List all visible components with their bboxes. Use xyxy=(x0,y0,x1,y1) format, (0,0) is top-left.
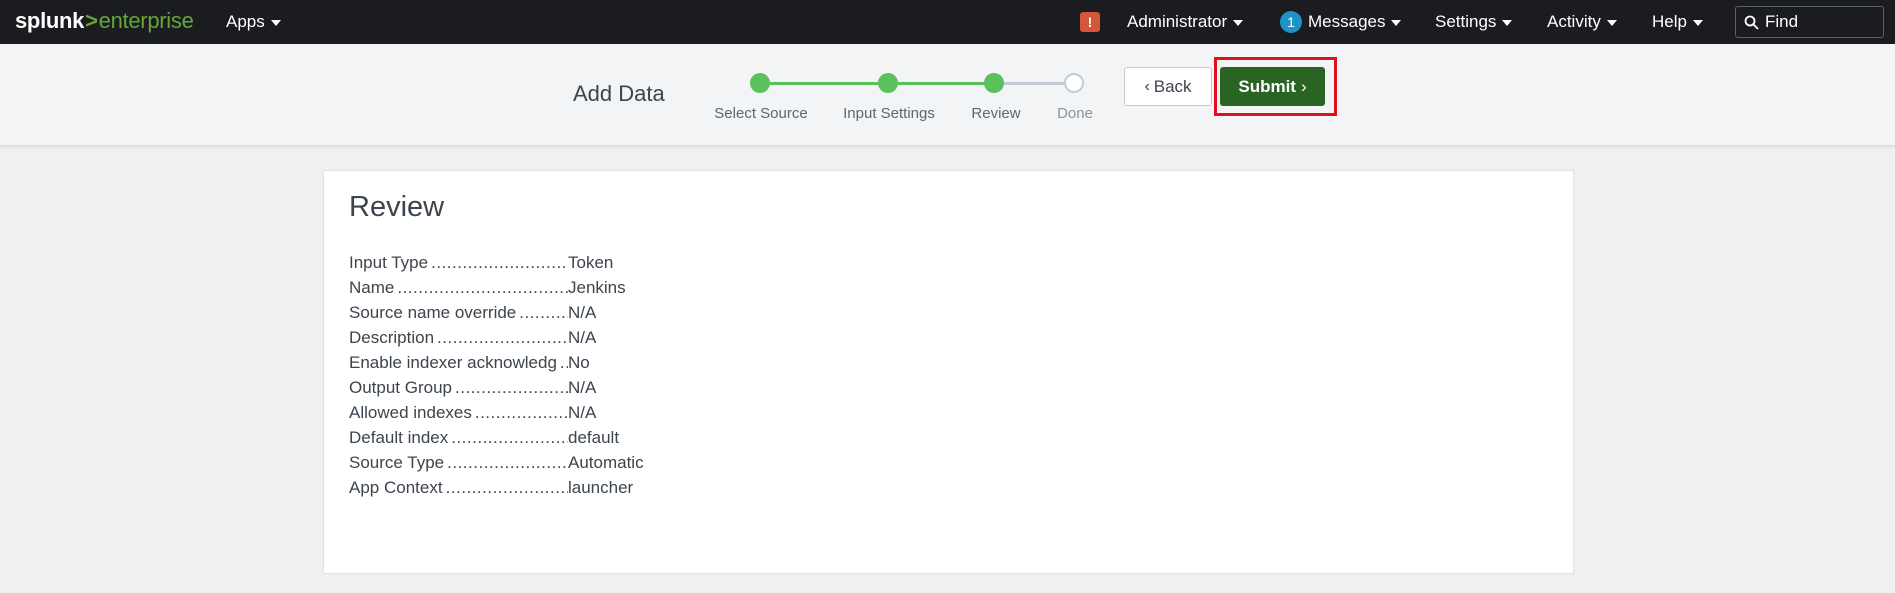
step-connector xyxy=(888,82,994,85)
review-value: N/A xyxy=(568,402,597,422)
step-dot-done xyxy=(1064,73,1084,93)
leader-dots: ........................................… xyxy=(437,327,568,347)
review-key: Default index xyxy=(349,427,449,447)
review-title: Review xyxy=(349,191,445,223)
caret-down-icon xyxy=(1606,20,1617,26)
back-button-label: Back xyxy=(1153,76,1192,96)
user-menu-label: Administrator xyxy=(1127,12,1228,31)
review-row: App Context.............................… xyxy=(349,475,644,500)
caret-down-icon xyxy=(270,20,281,26)
review-row: Source name override....................… xyxy=(349,300,644,325)
review-row: Description.............................… xyxy=(349,325,644,350)
review-key: Input Type xyxy=(349,252,429,272)
review-value: launcher xyxy=(568,477,634,497)
review-value: Token xyxy=(568,252,614,272)
review-value: N/A xyxy=(568,302,597,322)
review-value: N/A xyxy=(568,327,597,347)
help-menu[interactable]: Help xyxy=(1652,0,1703,44)
review-row: Default index...........................… xyxy=(349,425,644,450)
leader-dots: ........................................… xyxy=(445,477,568,497)
leader-dots: ........................................… xyxy=(431,252,568,272)
review-key: Output Group xyxy=(349,377,453,397)
review-row: Enable indexer acknowledg...............… xyxy=(349,350,644,375)
help-menu-label: Help xyxy=(1652,12,1687,31)
find-search-input[interactable]: Find xyxy=(1735,6,1884,38)
leader-dots: ........................................… xyxy=(451,427,568,447)
review-value: Automatic xyxy=(568,452,644,472)
search-icon xyxy=(1744,15,1759,30)
caret-down-icon xyxy=(1233,20,1244,26)
activity-menu-label: Activity xyxy=(1547,12,1601,31)
alert-icon[interactable]: ! xyxy=(1080,12,1100,32)
review-value: No xyxy=(568,352,590,372)
review-key: App Context xyxy=(349,477,443,497)
messages-count-badge: 1 xyxy=(1280,11,1302,33)
logo-splunk-text: splunk xyxy=(15,8,85,33)
caret-down-icon xyxy=(1502,20,1513,26)
chevron-right-icon: › xyxy=(1300,76,1307,96)
apps-menu[interactable]: Apps xyxy=(226,0,281,44)
find-placeholder: Find xyxy=(1765,12,1799,31)
leader-dots: ........................................… xyxy=(455,377,568,397)
step-label-select-source: Select Source xyxy=(714,105,808,122)
settings-menu[interactable]: Settings xyxy=(1435,0,1513,44)
top-navigation-bar: splunk > enterprise Apps ! Administrator 1… xyxy=(0,0,1895,44)
caret-down-icon xyxy=(1692,20,1703,26)
review-key: Source name override xyxy=(349,302,517,322)
step-dot-review xyxy=(984,73,1004,93)
add-data-wizard-header: Add Data Select Source Input Settings Re… xyxy=(0,44,1895,146)
settings-menu-label: Settings xyxy=(1435,12,1497,31)
leader-dots: ........................................… xyxy=(519,302,568,322)
review-key: Enable indexer acknowledg xyxy=(349,352,557,372)
messages-menu[interactable]: 1 Messages xyxy=(1280,0,1402,44)
messages-menu-label: Messages xyxy=(1308,12,1386,31)
review-panel: Review Input Type.......................… xyxy=(323,170,1574,574)
review-key: Allowed indexes xyxy=(349,402,472,422)
logo-chevron: > xyxy=(85,8,98,33)
review-row: Source Type.............................… xyxy=(349,450,644,475)
review-list: Input Type..............................… xyxy=(349,250,644,500)
chevron-left-icon: ‹ xyxy=(1144,77,1150,95)
review-key: Description xyxy=(349,327,435,347)
review-value: Jenkins xyxy=(568,277,626,297)
user-menu[interactable]: Administrator xyxy=(1127,0,1244,44)
review-value: default xyxy=(568,427,620,447)
submit-button-label: Submit xyxy=(1238,76,1296,96)
logo-enterprise-text: enterprise xyxy=(98,8,194,33)
step-label-input-settings: Input Settings xyxy=(843,105,935,122)
leader-dots: ........................................… xyxy=(447,452,568,472)
caret-down-icon xyxy=(1391,20,1402,26)
step-dot-select-source xyxy=(750,73,770,93)
review-value: N/A xyxy=(568,377,597,397)
step-label-review: Review xyxy=(971,105,1021,122)
review-key: Name xyxy=(349,277,395,297)
review-row: Allowed indexes.........................… xyxy=(349,400,644,425)
splunk-enterprise-logo[interactable]: splunk > enterprise xyxy=(15,8,194,34)
review-row: Name....................................… xyxy=(349,275,644,300)
leader-dots: ........................................… xyxy=(474,402,568,422)
step-label-done: Done xyxy=(1057,105,1093,122)
review-row: Output Group............................… xyxy=(349,375,644,400)
activity-menu[interactable]: Activity xyxy=(1547,0,1617,44)
leader-dots: ........................................… xyxy=(559,352,568,372)
leader-dots: ........................................… xyxy=(397,277,568,297)
apps-menu-label: Apps xyxy=(226,12,265,31)
review-key: Source Type xyxy=(349,452,445,472)
step-connector xyxy=(994,82,1074,85)
submit-button[interactable]: Submit › xyxy=(1220,67,1325,106)
wizard-step-indicator: Select Source Input Settings Review Done xyxy=(0,44,1895,146)
back-button[interactable]: ‹ Back xyxy=(1124,67,1212,106)
review-row: Input Type..............................… xyxy=(349,250,644,275)
step-connector xyxy=(760,82,888,85)
step-dot-input-settings xyxy=(878,73,898,93)
